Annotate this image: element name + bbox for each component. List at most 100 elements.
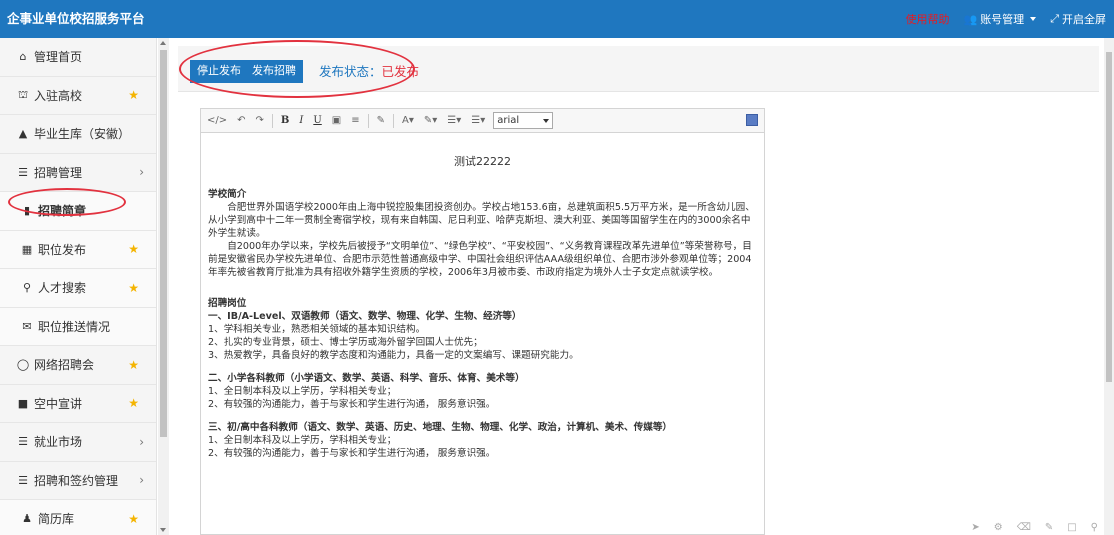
trash-icon[interactable]: ⌫ [1017, 522, 1031, 533]
paragraph: 自2000年办学以来，学校先后被授予“文明单位”、“绿色学校”、“平安校园”、“… [208, 241, 752, 278]
mail-icon: ✉ [22, 319, 32, 333]
app-title: 企事业单位校招服务平台 [7, 11, 145, 26]
search-icon: ⚲ [22, 281, 32, 295]
sidebar-item-recruitment[interactable]: ☰ 招聘管理 › [0, 154, 156, 192]
help-link[interactable]: 使用帮助 [905, 11, 949, 27]
toolbar-divider [367, 113, 369, 128]
sidebar-item-brochure[interactable]: ▮ 招聘简章 [0, 192, 156, 231]
sidebar-item-label: 入驻高校 [34, 88, 83, 103]
sidebar-item-label: 职位推送情况 [38, 319, 111, 334]
highlight-color-icon[interactable]: ✎▾ [422, 115, 439, 126]
ordered-list-icon[interactable]: ☰▾ [445, 115, 463, 126]
document-title: 测试22222 [454, 155, 511, 168]
sidebar-item-universities[interactable]: ⛫ 入驻高校 ★ [0, 77, 156, 115]
sidebar-item-label: 网络招聘会 [34, 358, 95, 373]
star-icon[interactable]: ★ [128, 358, 139, 372]
section-heading: 招聘岗位 [208, 298, 247, 309]
star-icon[interactable]: ★ [128, 88, 139, 102]
expand-icon: ⤢ [1050, 12, 1059, 25]
publish-button[interactable]: 发布招聘 [245, 60, 303, 83]
sidebar-item-label: 招聘简章 [38, 204, 87, 219]
account-label: 账号管理 [980, 13, 1025, 26]
send-icon[interactable]: ➤ [971, 522, 979, 533]
unordered-list-icon[interactable]: ☰▾ [469, 115, 487, 126]
job-title: 二、小学各科教师（小学语文、数学、英语、科学、音乐、体育、美术等） [208, 373, 525, 384]
bottom-toolbar: ➤ ⚙ ⌫ ✎ □ ⚲ [971, 522, 1098, 533]
scroll-down-icon[interactable] [160, 528, 166, 532]
sidebar-item-label: 简历库 [38, 512, 75, 527]
strikethrough-icon[interactable]: ≡ [349, 115, 361, 126]
sidebar-item-contracts[interactable]: ☰ 招聘和签约管理 › [0, 462, 156, 500]
font-family-select[interactable]: arial [493, 112, 554, 129]
chevron-right-icon: › [139, 473, 144, 488]
job-requirement: 1、学科相关专业，熟悉相关领域的基本知识结构。 [208, 324, 426, 335]
eraser-icon[interactable]: ✎ [375, 115, 387, 126]
scrollbar-thumb[interactable] [1106, 52, 1112, 382]
home-icon: ⌂ [19, 50, 27, 64]
job-title: 三、初/高中各科教师（语文、数学、英语、历史、地理、生物、物理、化学、政治，计算… [208, 422, 673, 433]
sidebar-item-job-post[interactable]: ▦ 职位发布 ★ [0, 230, 156, 269]
sidebar-item-online-fair[interactable]: ◯ 网络招聘会 ★ [0, 346, 156, 385]
sidebar-item-graduates[interactable]: ▲ 毕业生库（安徽） [0, 115, 156, 154]
sidebar-item-job-push[interactable]: ✉ 职位推送情况 [0, 307, 156, 346]
editor-content[interactable]: 测试22222 学校简介 合肥世界外国语学校2000年由上海中锐控股集团投资创办… [201, 155, 764, 460]
video-icon: ■ [17, 396, 29, 410]
job-requirement: 3、热爱教学，具备良好的教学态度和沟通能力，具备一定的文案编写、课题研究能力。 [208, 350, 579, 361]
users-icon: ♟ [22, 512, 32, 526]
browser-icon: ◯ [16, 358, 30, 372]
section-heading: 学校简介 [208, 189, 247, 200]
account-menu[interactable]: 👥 账号管理 [963, 11, 1037, 27]
search-icon[interactable]: ⚲ [1091, 522, 1098, 533]
sidebar-item-talent-search[interactable]: ⚲ 人才搜索 ★ [0, 269, 156, 308]
job-title: 一、IB/A-Level、双语教师（语文、数学、物理、化学、生物、经济等） [208, 311, 522, 322]
underline-icon[interactable]: U [311, 115, 323, 126]
star-icon[interactable]: ★ [128, 396, 139, 410]
sidebar-scrollbar[interactable] [158, 38, 169, 535]
fullscreen-icon[interactable] [746, 114, 758, 126]
italic-icon[interactable]: I [297, 115, 305, 126]
document-icon: ▮ [23, 204, 31, 218]
window-icon[interactable]: □ [1067, 522, 1076, 533]
sidebar-item-home[interactable]: ⌂ 管理首页 [0, 38, 156, 77]
sidebar: ⌂ 管理首页 ⛫ 入驻高校 ★ ▲ 毕业生库（安徽） ☰ 招聘管理 › ▮ 招聘… [0, 38, 157, 535]
graduation-cap-icon: ▲ [18, 127, 28, 141]
star-icon[interactable]: ★ [128, 512, 139, 526]
sidebar-item-resumes[interactable]: ♟ 简历库 ★ [0, 500, 156, 535]
settings-icon[interactable]: ⚙ [994, 522, 1003, 533]
bank-icon: ⛫ [17, 87, 29, 101]
page-scrollbar[interactable] [1104, 38, 1114, 535]
publish-status: 发布状态：已发布 [319, 60, 419, 83]
stop-publish-button[interactable]: 停止发布 [190, 60, 248, 83]
undo-icon[interactable]: ↶ [235, 115, 247, 126]
rich-text-editor[interactable]: </> ↶ ↷ B I U ▣ ≡ ✎ A▾ ✎▾ ☰▾ ☰▾ arial 测试… [200, 108, 765, 535]
sidebar-item-job-market[interactable]: ☰ 就业市场 › [0, 423, 156, 462]
sidebar-item-air-talk[interactable]: ■ 空中宣讲 ★ [0, 385, 156, 423]
paragraph: 合肥世界外国语学校2000年由上海中锐控股集团投资创办。学校占地153.6亩，总… [208, 202, 755, 239]
scroll-up-icon[interactable] [160, 41, 166, 45]
job-requirement: 1、全日制本科及以上学历，学科相关专业； [208, 386, 397, 397]
bold-icon[interactable]: B [279, 115, 291, 126]
scrollbar-thumb[interactable] [160, 50, 167, 437]
top-nav: 使用帮助 👥 账号管理 ⤢ 开启全屏 [905, 0, 1106, 38]
job-requirement: 2、有较强的沟通能力，善于与家长和学生进行沟通， 服务意识强。 [208, 399, 496, 410]
font-color-icon[interactable]: A▾ [400, 115, 416, 126]
font-border-icon[interactable]: ▣ [330, 115, 343, 126]
status-label: 发布状态： [319, 64, 382, 79]
toolbar-divider [271, 113, 273, 128]
star-icon[interactable]: ★ [128, 242, 139, 256]
editor-toolbar: </> ↶ ↷ B I U ▣ ≡ ✎ A▾ ✎▾ ☰▾ ☰▾ arial [201, 109, 764, 133]
thumb-icon[interactable]: ✎ [1045, 522, 1053, 533]
fullscreen-button[interactable]: ⤢ 开启全屏 [1050, 11, 1106, 27]
star-icon[interactable]: ★ [128, 281, 139, 295]
toolbar-divider [393, 113, 394, 128]
sidebar-item-label: 招聘管理 [34, 165, 83, 180]
list-icon: ☰ [18, 165, 28, 179]
sidebar-item-label: 空中宣讲 [34, 396, 83, 411]
grid-icon: ▦ [21, 242, 33, 256]
redo-icon[interactable]: ↷ [254, 115, 266, 126]
html-source-icon[interactable]: </> [205, 115, 229, 126]
job-requirement: 2、有较强的沟通能力，善于与家长和学生进行沟通， 服务意识强。 [208, 448, 496, 459]
